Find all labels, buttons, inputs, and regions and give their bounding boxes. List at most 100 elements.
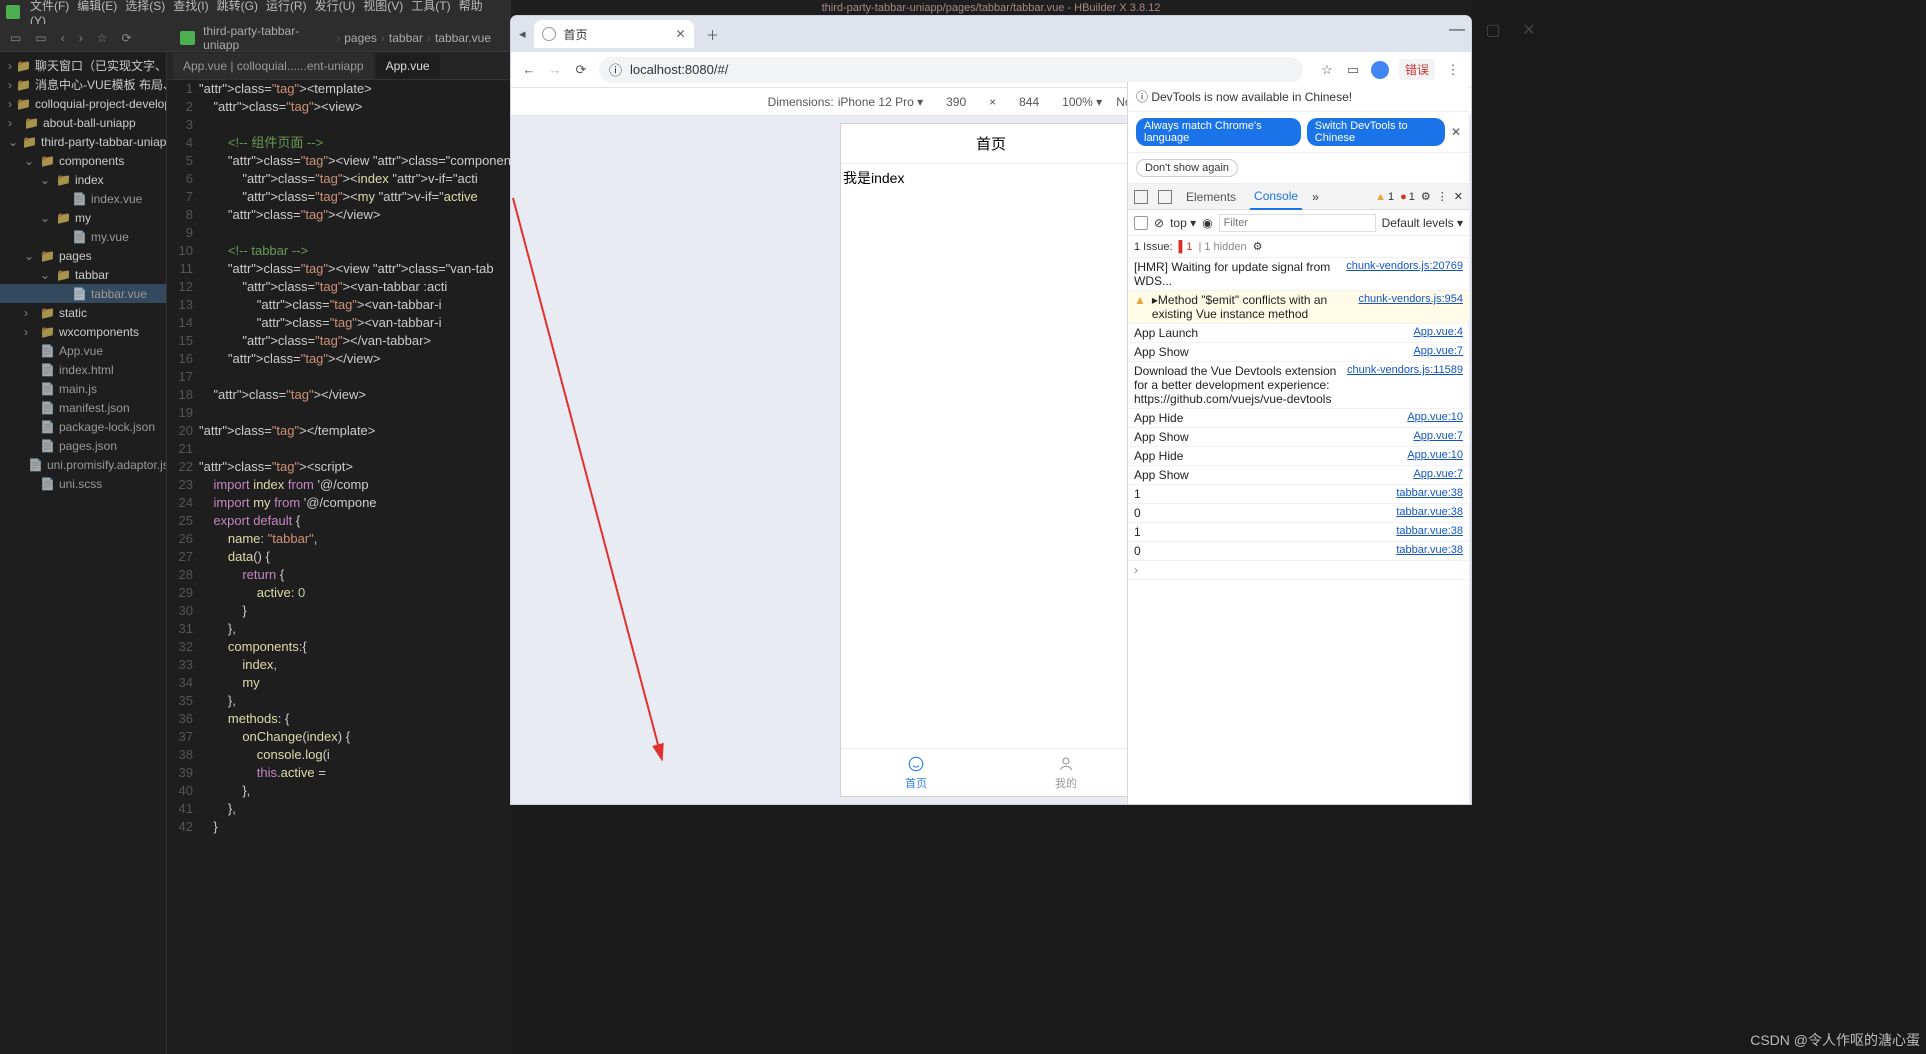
tree-fold[interactable]: ›📁colloquial-project-development-uniapp <box>0 94 166 113</box>
new-tab-icon[interactable]: ＋ <box>702 23 724 45</box>
menu-item[interactable]: 编辑(E) <box>77 0 117 13</box>
tree-fold[interactable]: ⌄📁my <box>0 208 166 227</box>
log-row[interactable]: App Hide App.vue:10 <box>1128 409 1469 428</box>
filter-input[interactable] <box>1219 214 1376 232</box>
tab-back-icon[interactable]: ◂ <box>519 26 526 42</box>
tree-fold[interactable]: ⌄📁tabbar <box>0 265 166 284</box>
site-info-icon[interactable]: ⓘ <box>609 60 622 79</box>
menu-item[interactable]: 查找(I) <box>173 0 208 13</box>
tree-fold[interactable]: ⌄📁components <box>0 151 166 170</box>
log-row[interactable]: 1 tabbar.vue:38 <box>1128 523 1469 542</box>
width-input[interactable]: 390 <box>937 95 975 109</box>
tab-console[interactable]: Console <box>1250 184 1302 210</box>
log-source-link[interactable]: chunk-vendors.js:20769 <box>1346 260 1463 288</box>
file-tree[interactable]: ›📁聊天窗口（已实现文字、语音、图片发送已经消息撤…›📁消息中心-VUE模板 布… <box>0 52 167 1054</box>
close-icon[interactable]: ✕ <box>1454 190 1463 203</box>
log-row[interactable]: 0 tabbar.vue:38 <box>1128 542 1469 561</box>
panel-icon[interactable]: ▭ <box>1345 62 1361 78</box>
tabs-more-icon[interactable]: » <box>1312 190 1319 204</box>
menu-item[interactable]: 运行(R) <box>266 0 307 13</box>
tab-close-icon[interactable]: ✕ <box>675 27 685 41</box>
warn-count[interactable]: 1 <box>1375 191 1394 203</box>
log-source-link[interactable]: tabbar.vue:38 <box>1396 506 1463 520</box>
tree-fold[interactable]: ›📁消息中心-VUE模板 布局、样式、JS分离 <box>0 75 166 94</box>
chip-switch-lang[interactable]: Switch DevTools to Chinese <box>1307 118 1445 146</box>
settings-icon[interactable]: ⚙ <box>1421 190 1431 203</box>
tree-fold[interactable]: ›📁聊天窗口（已实现文字、语音、图片发送已经消息撤… <box>0 56 166 75</box>
log-row[interactable]: ▲ ▸Method "$emit" conflicts with an exis… <box>1128 291 1469 324</box>
forward-icon[interactable]: → <box>547 62 563 77</box>
menu-item[interactable]: 文件(F) <box>30 0 69 13</box>
editor-tab[interactable]: App.vue <box>376 53 440 79</box>
log-row[interactable]: App Show App.vue:7 <box>1128 466 1469 485</box>
inspect-icon[interactable] <box>1134 190 1148 204</box>
banner-close-icon[interactable]: ✕ <box>1451 125 1461 139</box>
breadcrumb-item[interactable]: third-party-tabbar-uniapp <box>203 24 332 52</box>
chip-match-lang[interactable]: Always match Chrome's language <box>1136 118 1301 146</box>
tree-fold[interactable]: ›📁about-ball-uniapp <box>0 113 166 132</box>
tree-fold[interactable]: ›📁wxcomponents <box>0 322 166 341</box>
star-icon[interactable]: ☆ <box>97 31 108 45</box>
reload-icon[interactable]: ⟳ <box>573 62 589 78</box>
console-prompt[interactable]: › <box>1128 561 1469 580</box>
tree-file[interactable]: 📄tabbar.vue <box>0 284 166 303</box>
clear-console-icon[interactable]: ⊘ <box>1154 216 1164 230</box>
log-source-link[interactable]: App.vue:7 <box>1413 468 1463 482</box>
nav-back-icon[interactable]: ‹ <box>61 31 65 45</box>
log-source-link[interactable]: tabbar.vue:38 <box>1396 525 1463 539</box>
log-source-link[interactable]: App.vue:7 <box>1413 430 1463 444</box>
levels-dropdown[interactable]: Default levels ▾ <box>1382 216 1463 230</box>
tree-fold[interactable]: ⌄📁pages <box>0 246 166 265</box>
window-max-icon[interactable]: ▢ <box>1478 20 1508 40</box>
log-row[interactable]: Download the Vue Devtools extension for … <box>1128 362 1469 409</box>
issues-row[interactable]: 1 Issue: ▌1 | 1 hidden ⚙ <box>1128 236 1469 258</box>
tree-fold[interactable]: ⌄📁index <box>0 170 166 189</box>
log-source-link[interactable]: chunk-vendors.js:954 <box>1358 293 1463 321</box>
log-row[interactable]: [HMR] Waiting for update signal from WDS… <box>1128 258 1469 291</box>
tree-file[interactable]: 📄index.html <box>0 360 166 379</box>
log-source-link[interactable]: App.vue:10 <box>1407 449 1463 463</box>
back-icon[interactable]: ← <box>521 62 537 77</box>
eye-icon[interactable]: ◉ <box>1202 216 1212 230</box>
log-source-link[interactable]: tabbar.vue:38 <box>1396 544 1463 558</box>
tree-file[interactable]: 📄index.vue <box>0 189 166 208</box>
browser-tab[interactable]: 首页 ✕ <box>534 20 694 48</box>
menu-item[interactable]: 视图(V) <box>363 0 403 13</box>
menu-item[interactable]: 工具(T) <box>411 0 450 13</box>
tree-file[interactable]: 📄uni.scss <box>0 474 166 493</box>
log-row[interactable]: 0 tabbar.vue:38 <box>1128 504 1469 523</box>
more-icon[interactable]: ⋮ <box>1437 190 1448 203</box>
breadcrumb-item[interactable]: tabbar <box>389 31 423 45</box>
tree-file[interactable]: 📄main.js <box>0 379 166 398</box>
log-row[interactable]: App Launch App.vue:4 <box>1128 324 1469 343</box>
dimensions-dropdown[interactable]: Dimensions: iPhone 12 Pro ▾ <box>768 95 923 109</box>
tree-file[interactable]: 📄pages.json <box>0 436 166 455</box>
refresh-icon[interactable]: ⟳ <box>121 31 131 45</box>
breadcrumb-item[interactable]: tabbar.vue <box>435 31 491 45</box>
log-source-link[interactable]: App.vue:10 <box>1407 411 1463 425</box>
height-input[interactable]: 844 <box>1010 95 1048 109</box>
menu-item[interactable]: 跳转(G) <box>217 0 258 13</box>
bookmark-icon[interactable]: ☆ <box>1319 62 1335 78</box>
error-count[interactable]: 1 <box>1400 191 1415 203</box>
chip-dont-show[interactable]: Don't show again <box>1136 159 1238 177</box>
tree-fold[interactable]: ›📁static <box>0 303 166 322</box>
context-dropdown[interactable]: top ▾ <box>1170 216 1196 230</box>
nav-fwd-icon[interactable]: › <box>79 31 83 45</box>
toolbar-save-icon[interactable]: ▭ <box>35 31 46 45</box>
zoom-dropdown[interactable]: 100% ▾ <box>1062 95 1102 109</box>
editor-tab[interactable]: App.vue | colloquial......ent-uniapp <box>173 53 374 79</box>
device-icon[interactable] <box>1158 190 1172 204</box>
tree-file[interactable]: 📄App.vue <box>0 341 166 360</box>
log-source-link[interactable]: tabbar.vue:38 <box>1396 487 1463 501</box>
issues-gear-icon[interactable]: ⚙ <box>1253 240 1263 253</box>
window-min-icon[interactable]: — <box>1442 20 1472 40</box>
toolbar-open-icon[interactable]: ▭ <box>10 31 21 45</box>
log-row[interactable]: App Show App.vue:7 <box>1128 343 1469 362</box>
sidebar-toggle-icon[interactable] <box>1134 216 1148 230</box>
log-row[interactable]: 1 tabbar.vue:38 <box>1128 485 1469 504</box>
tree-file[interactable]: 📄my.vue <box>0 227 166 246</box>
error-badge[interactable]: 错误 <box>1399 59 1435 80</box>
log-source-link[interactable]: App.vue:7 <box>1413 345 1463 359</box>
tree-file[interactable]: 📄package-lock.json <box>0 417 166 436</box>
